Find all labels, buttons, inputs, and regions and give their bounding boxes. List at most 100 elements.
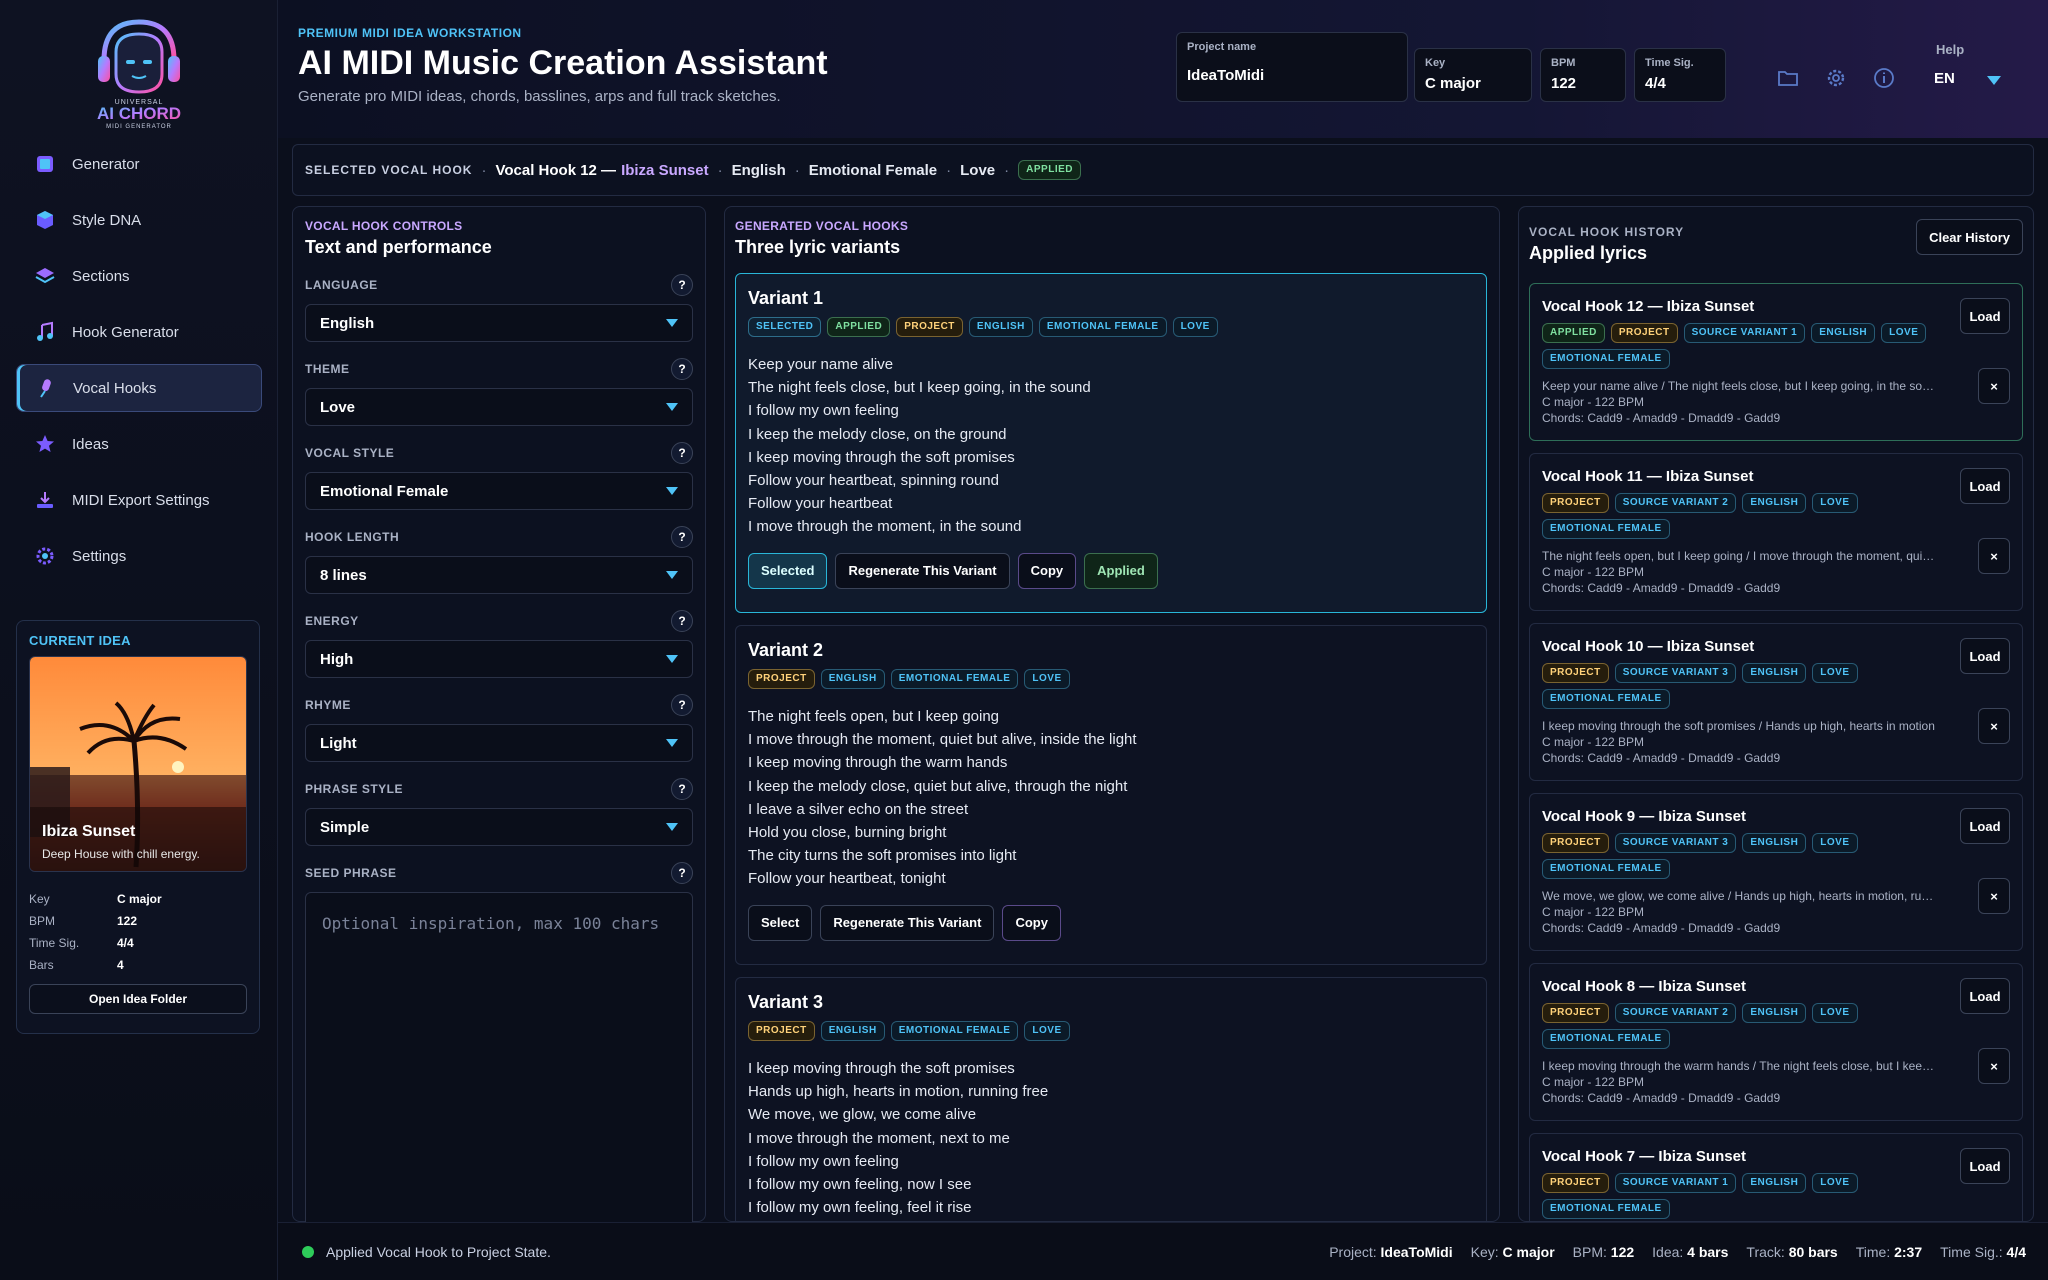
history-tags: PROJECT SOURCE VARIANT 2 ENGLISH LOVE EM… xyxy=(1542,493,1962,539)
copy-button[interactable]: Copy xyxy=(1017,552,1077,589)
tag-badge: APPLIED xyxy=(827,317,891,337)
sidebar-item-label: Style DNA xyxy=(72,211,142,229)
help-icon[interactable]: ? xyxy=(671,778,693,800)
key-field[interactable]: Key C major xyxy=(1414,48,1532,102)
help-icon[interactable]: ? xyxy=(671,862,693,884)
select-value: Emotional Female xyxy=(320,482,449,500)
tag-badge: EMOTIONAL FEMALE xyxy=(1542,1029,1670,1049)
variant-card-2[interactable]: Variant 2 PROJECT ENGLISH EMOTIONAL FEMA… xyxy=(735,625,1487,965)
delete-button[interactable]: × xyxy=(1978,368,2010,404)
help-icon[interactable]: ? xyxy=(671,358,693,380)
open-idea-folder-button[interactable]: Open Idea Folder xyxy=(29,984,247,1014)
prop-key: Time Sig. xyxy=(29,936,80,950)
delete-button[interactable]: × xyxy=(1978,1048,2010,1084)
chevron-down-icon xyxy=(666,319,678,327)
select-value: High xyxy=(320,650,354,668)
help-icon[interactable]: ? xyxy=(671,526,693,548)
bpm-field[interactable]: BPM 122 xyxy=(1540,48,1626,102)
sidebar-item-sections[interactable]: Sections xyxy=(16,252,262,300)
history-lyric-preview: I keep moving through the soft promises … xyxy=(1542,719,1935,733)
history-tags: PROJECT SOURCE VARIANT 3 ENGLISH LOVE EM… xyxy=(1542,663,1962,709)
sidebar-item-ideas[interactable]: Ideas xyxy=(16,420,262,468)
load-button[interactable]: Load xyxy=(1960,638,2010,674)
settings-icon[interactable] xyxy=(1824,66,1848,90)
applied-button[interactable]: Applied xyxy=(1084,552,1158,589)
vocal-style-select[interactable]: Emotional Female xyxy=(305,472,693,510)
load-button[interactable]: Load xyxy=(1960,298,2010,334)
vocal-hook-controls-panel: VOCAL HOOK CONTROLS Text and performance… xyxy=(292,206,706,1232)
sidebar-item-label: Sections xyxy=(72,267,130,285)
sidebar-item-vocal-hooks[interactable]: Vocal Hooks xyxy=(16,364,262,412)
help-icon[interactable]: ? xyxy=(671,274,693,296)
load-button[interactable]: Load xyxy=(1960,468,2010,504)
hook-length-select[interactable]: 8 lines xyxy=(305,556,693,594)
time-signature-field[interactable]: Time Sig. 4/4 xyxy=(1634,48,1726,102)
lyric-line: Follow your heartbeat xyxy=(748,495,893,513)
status-indicator-icon xyxy=(302,1245,314,1258)
time-signature-value: 4/4 xyxy=(1645,75,1666,92)
idea-prop-row: Bars 4 xyxy=(29,954,247,976)
sidebar-item-settings[interactable]: Settings xyxy=(16,532,262,580)
delete-button[interactable]: × xyxy=(1978,538,2010,574)
sidebar-item-label: Generator xyxy=(72,155,140,173)
project-name-field[interactable]: Project name IdeaToMidi xyxy=(1176,32,1408,102)
separator: · xyxy=(794,161,800,179)
history-item[interactable]: Vocal Hook 11 — Ibiza Sunset PROJECT SOU… xyxy=(1529,453,2023,611)
sidebar-item-midi-export[interactable]: MIDI Export Settings xyxy=(16,476,262,524)
history-item[interactable]: Vocal Hook 10 — Ibiza Sunset PROJECT SOU… xyxy=(1529,623,2023,781)
regenerate-variant-button[interactable]: Regenerate This Variant xyxy=(835,552,1010,589)
phrase-style-select[interactable]: Simple xyxy=(305,808,693,846)
selected-hook-label: SELECTED VOCAL HOOK xyxy=(305,163,473,177)
lyric-line: I keep the melody close, quiet but alive… xyxy=(748,777,1128,795)
lyric-line: The night feels open, but I keep going xyxy=(748,708,1000,725)
rhyme-select[interactable]: Light xyxy=(305,724,693,762)
info-icon[interactable] xyxy=(1872,66,1896,90)
sidebar-item-hook-generator[interactable]: Hook Generator xyxy=(16,308,262,356)
language-select[interactable]: EN xyxy=(1934,70,1955,87)
history-item[interactable]: Vocal Hook 12 — Ibiza Sunset APPLIED PRO… xyxy=(1529,283,2023,441)
tag-badge: PROJECT xyxy=(748,669,815,689)
history-lyric-preview: Keep your name alive / The night feels c… xyxy=(1542,379,1938,393)
status-key: Key: C major xyxy=(1470,1244,1555,1260)
history-tags: APPLIED PROJECT SOURCE VARIANT 1 ENGLISH… xyxy=(1542,323,1962,369)
load-button[interactable]: Load xyxy=(1960,978,2010,1014)
clear-history-button[interactable]: Clear History xyxy=(1916,219,2023,255)
help-icon[interactable]: ? xyxy=(671,610,693,632)
chevron-down-icon[interactable] xyxy=(1986,74,2002,86)
folder-icon[interactable] xyxy=(1776,66,1800,90)
history-item[interactable]: Vocal Hook 7 — Ibiza Sunset PROJECT SOUR… xyxy=(1529,1133,2023,1221)
help-icon[interactable]: ? xyxy=(671,694,693,716)
load-button[interactable]: Load xyxy=(1960,1148,2010,1184)
variant-card-3[interactable]: Variant 3 PROJECT ENGLISH EMOTIONAL FEMA… xyxy=(735,977,1487,1221)
delete-button[interactable]: × xyxy=(1978,878,2010,914)
tag-badge: PROJECT xyxy=(1542,833,1609,853)
language-select[interactable]: English xyxy=(305,304,693,342)
theme-select[interactable]: Love xyxy=(305,388,693,426)
sidebar-item-style-dna[interactable]: Style DNA xyxy=(16,196,262,244)
select-button[interactable]: Select xyxy=(748,904,813,941)
tag-badge: PROJECT xyxy=(1542,493,1609,513)
status-bpm: BPM: 122 xyxy=(1572,1244,1635,1260)
history-item[interactable]: Vocal Hook 9 — Ibiza Sunset PROJECT SOUR… xyxy=(1529,793,2023,951)
idea-cover-image: Ibiza Sunset Deep House with chill energ… xyxy=(29,656,247,872)
help-label[interactable]: Help xyxy=(1936,42,1964,57)
history-item[interactable]: Vocal Hook 8 — Ibiza Sunset PROJECT SOUR… xyxy=(1529,963,2023,1121)
copy-button[interactable]: Copy xyxy=(1002,904,1061,941)
regenerate-variant-button[interactable]: Regenerate This Variant xyxy=(820,904,995,941)
delete-button[interactable]: × xyxy=(1978,708,2010,744)
sidebar-item-generator[interactable]: Generator xyxy=(16,140,262,188)
selected-button[interactable]: Selected xyxy=(748,552,828,589)
variant-card-1[interactable]: Variant 1 SELECTED APPLIED PROJECT ENGLI… xyxy=(735,273,1487,613)
lyric-line: Hands up high, hearts in motion, running… xyxy=(748,1083,1049,1101)
load-button[interactable]: Load xyxy=(1960,808,2010,844)
control-label: VOCAL STYLE xyxy=(305,446,395,460)
lyric-line: I keep moving through the warm hands xyxy=(748,754,1008,772)
help-icon[interactable]: ? xyxy=(671,442,693,464)
variant-lyrics: Keep your name alive The night feels clo… xyxy=(748,353,1474,539)
history-lyric-preview: I keep moving through the warm hands / T… xyxy=(1542,1059,1938,1073)
status-message: Applied Vocal Hook to Project State. xyxy=(326,1243,551,1260)
seed-phrase-input[interactable]: Optional inspiration, max 100 chars xyxy=(305,892,693,1232)
sidebar: UNIVERSAL AI CHORD MIDI GENERATOR Genera… xyxy=(0,0,278,1280)
energy-select[interactable]: High xyxy=(305,640,693,678)
bpm-value: 122 xyxy=(1551,75,1577,92)
